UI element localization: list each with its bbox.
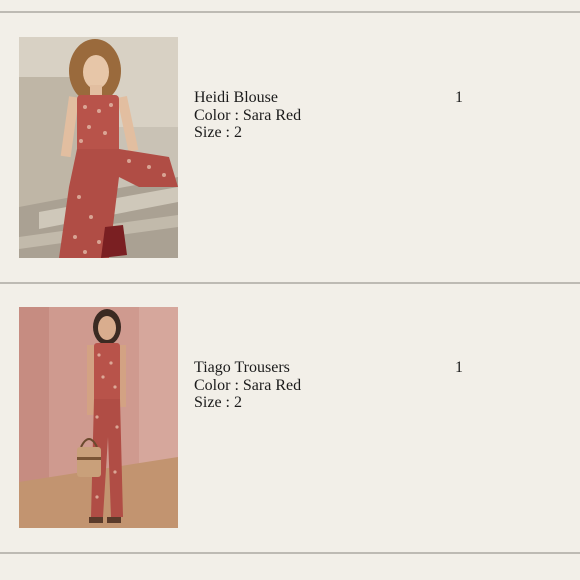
model-standing-pink-wall-photo: [19, 307, 178, 528]
product-name[interactable]: Heidi Blouse: [194, 89, 301, 107]
product-image-heidi-blouse[interactable]: [19, 37, 178, 258]
product-name[interactable]: Tiago Trousers: [194, 359, 301, 377]
cart-item: Heidi Blouse Color : Sara Red Size : 2 1: [0, 12, 580, 282]
item-quantity: 1: [455, 359, 463, 376]
product-color: Color : Sara Red: [194, 106, 302, 124]
cart-item: Tiago Trousers Color : Sara Red Size : 2…: [0, 283, 580, 553]
product-size: Size : 2: [194, 394, 242, 411]
model-seated-on-stone-steps-photo: [19, 37, 178, 258]
item-details: Tiago Trousers Color : Sara Red Size : 2: [194, 359, 301, 412]
product-size: Size : 2: [194, 124, 242, 141]
bottom-divider: [0, 552, 580, 554]
item-quantity: 1: [455, 89, 463, 106]
product-image-tiago-trousers[interactable]: [19, 307, 178, 528]
product-color: Color : Sara Red: [194, 376, 302, 394]
item-details: Heidi Blouse Color : Sara Red Size : 2: [194, 89, 301, 142]
